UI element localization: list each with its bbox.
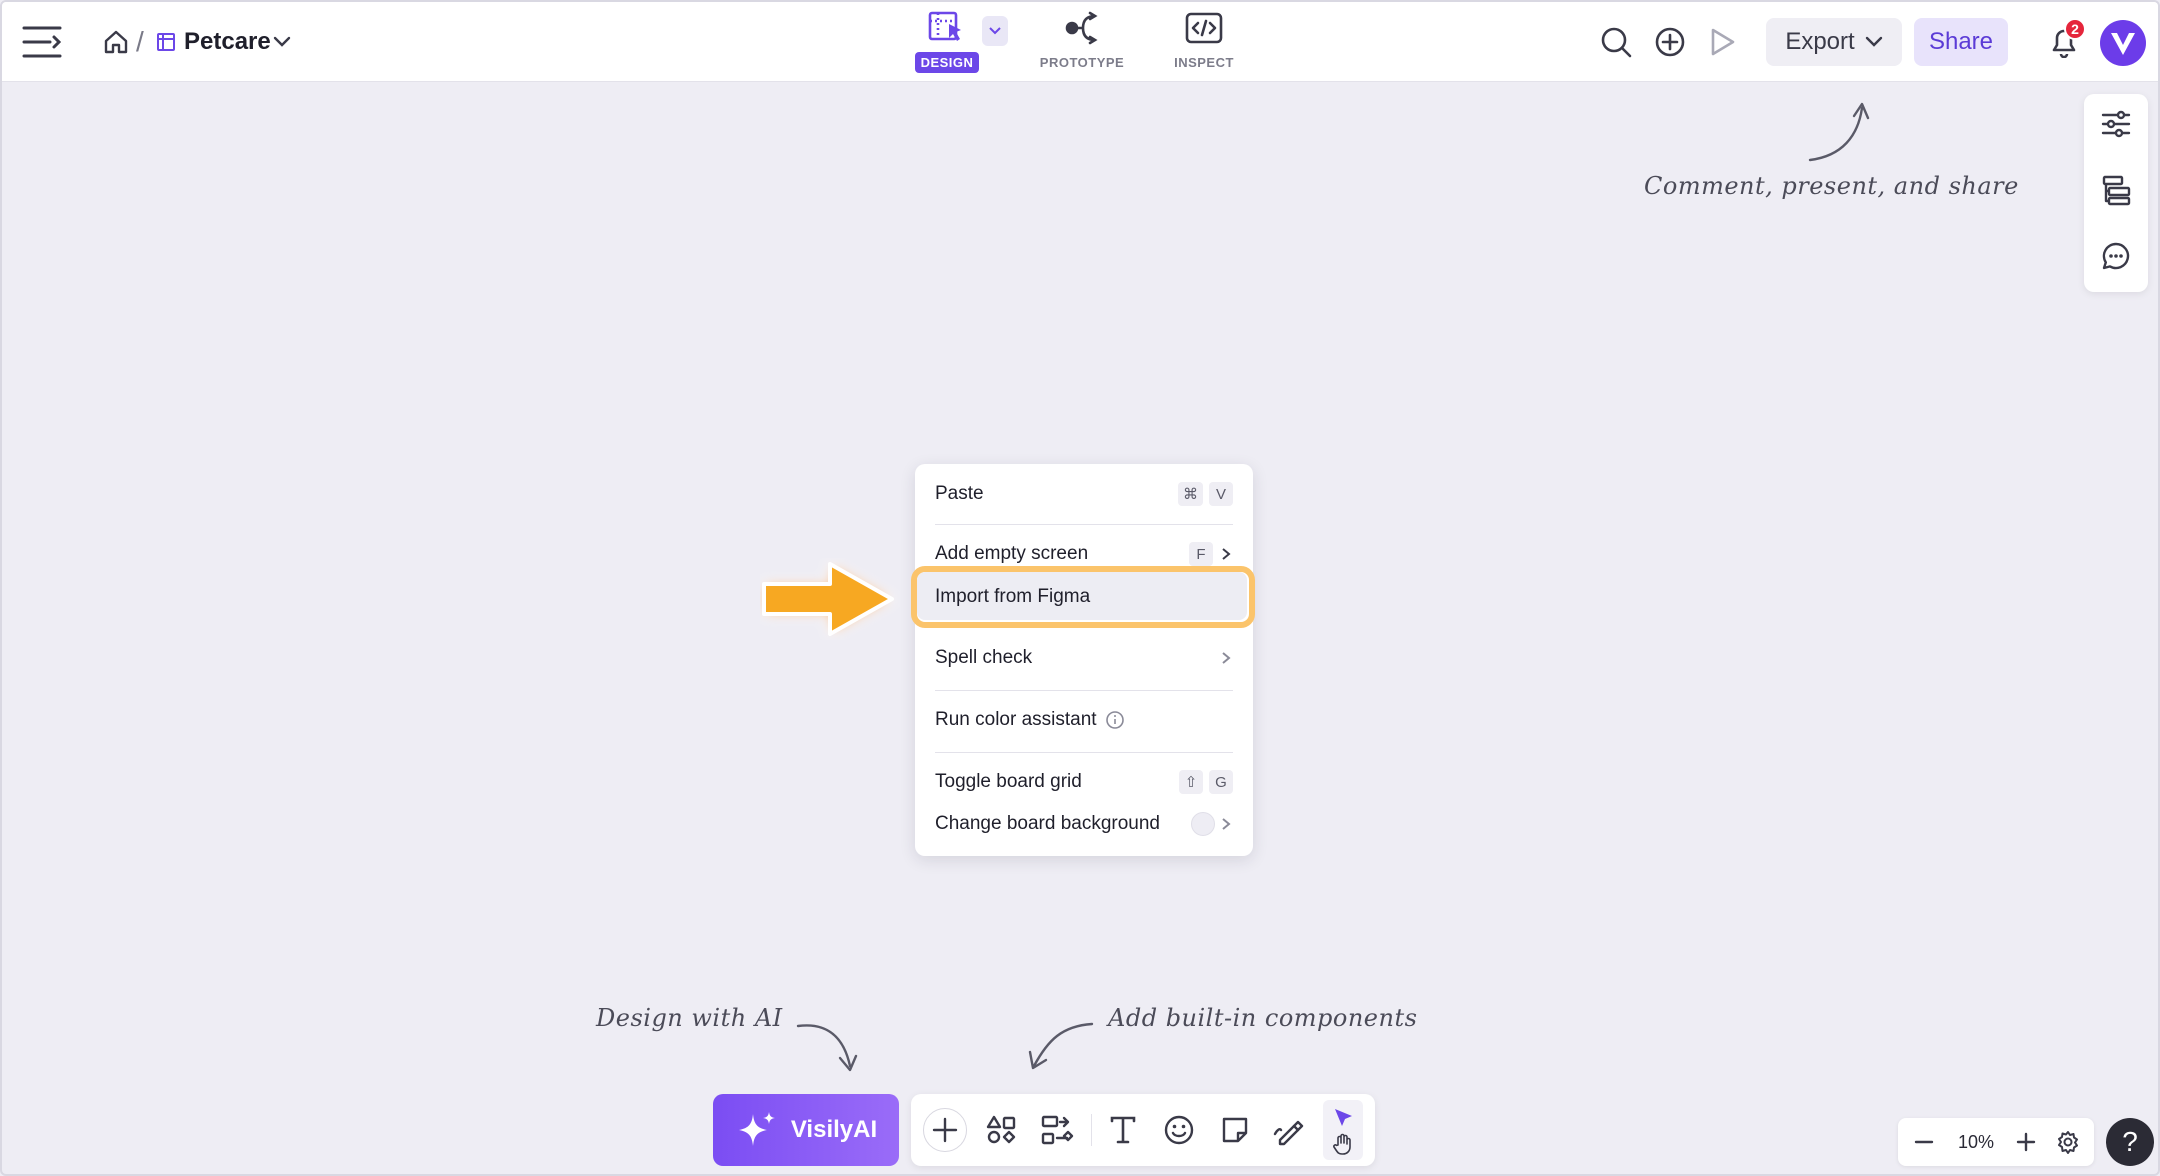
menu-item-spell-check[interactable]: Spell check xyxy=(935,640,1233,676)
annotation-design-with-ai: Design with AI xyxy=(596,1004,783,1032)
design-options-chevron-icon[interactable] xyxy=(982,16,1008,46)
notifications-button[interactable]: 2 xyxy=(2044,18,2086,62)
shortcut-key: G xyxy=(1209,770,1233,794)
help-button[interactable]: ? xyxy=(2106,1118,2154,1166)
add-circle-icon[interactable] xyxy=(1650,22,1690,62)
annotation-arrow-icon xyxy=(796,1024,858,1072)
visily-logo-icon xyxy=(2111,33,2135,55)
search-icon[interactable] xyxy=(1596,22,1636,62)
hand-icon[interactable] xyxy=(1331,1132,1355,1156)
pointer-hand-group xyxy=(1323,1100,1363,1160)
bottom-toolbar xyxy=(911,1094,1375,1166)
menu-item-label: Run color assistant xyxy=(935,709,1097,730)
menu-item-label: Toggle board grid xyxy=(935,771,1082,792)
tab-prototype[interactable]: PROTOTYPE xyxy=(1037,10,1127,76)
shortcut-key: F xyxy=(1189,542,1213,566)
home-icon[interactable] xyxy=(98,24,134,60)
top-bar: / Petcare DESIGN PROTOTYPE INSPECT Expor… xyxy=(2,2,2158,82)
project-name[interactable]: Petcare xyxy=(184,24,271,60)
text-tool-icon[interactable] xyxy=(1101,1108,1145,1152)
menu-item-change-board-background[interactable]: Change board background xyxy=(935,806,1233,842)
notification-badge: 2 xyxy=(2064,18,2086,40)
flow-components-icon[interactable] xyxy=(1035,1108,1079,1152)
code-icon xyxy=(1185,12,1223,44)
sliders-icon[interactable] xyxy=(2098,106,2134,142)
background-color-swatch xyxy=(1191,812,1215,836)
pen-tool-icon[interactable] xyxy=(1267,1108,1311,1152)
chevron-right-icon xyxy=(1222,652,1231,664)
sparkle-icon xyxy=(738,1112,775,1146)
menu-divider xyxy=(935,524,1233,525)
menu-item-label: Paste xyxy=(935,483,984,504)
tab-design[interactable]: DESIGN xyxy=(902,10,992,76)
shortcut-key: ⌘ xyxy=(1178,482,1203,506)
sticky-note-icon[interactable] xyxy=(1213,1108,1257,1152)
info-icon[interactable] xyxy=(1105,710,1125,730)
zoom-in-icon[interactable] xyxy=(2008,1124,2044,1160)
side-panel xyxy=(2084,94,2148,292)
menu-divider xyxy=(935,690,1233,691)
menu-item-label: Import from Figma xyxy=(935,586,1091,607)
tab-design-label: DESIGN xyxy=(914,52,980,73)
app-window: / Petcare DESIGN PROTOTYPE INSPECT Expor… xyxy=(0,0,2160,1176)
tab-inspect[interactable]: INSPECT xyxy=(1159,10,1249,76)
cursor-icon[interactable] xyxy=(1331,1106,1355,1130)
menu-item-run-color-assistant[interactable]: Run color assistant xyxy=(935,702,1233,738)
menu-item-label: Spell check xyxy=(935,647,1033,668)
menu-item-label: Change board background xyxy=(935,813,1161,834)
tab-prototype-label: PROTOTYPE xyxy=(1039,55,1125,70)
annotation-comment-present-share: Comment, present, and share xyxy=(1644,172,2019,200)
menu-item-paste[interactable]: Paste ⌘ V xyxy=(935,476,1233,512)
tab-inspect-label: INSPECT xyxy=(1174,55,1234,70)
menu-item-import-from-figma[interactable]: Import from Figma xyxy=(935,579,1233,615)
shortcut-key: ⇧ xyxy=(1179,770,1203,794)
export-label: Export xyxy=(1785,28,1855,55)
toolbar-divider xyxy=(1091,1114,1092,1146)
breadcrumb-separator: / xyxy=(136,26,144,57)
annotation-arrow-icon xyxy=(1028,1022,1094,1070)
visily-ai-label: VisilyAI xyxy=(790,1116,878,1143)
zoom-controls: 10% xyxy=(1898,1118,2094,1166)
menu-divider xyxy=(935,752,1233,753)
share-button[interactable]: Share xyxy=(1914,18,2008,66)
menu-item-label: Add empty screen xyxy=(935,543,1089,564)
layers-icon[interactable] xyxy=(2098,172,2134,208)
export-button[interactable]: Export xyxy=(1766,18,1902,66)
settings-gear-icon[interactable] xyxy=(2050,1124,2086,1160)
components-icon[interactable] xyxy=(979,1108,1023,1152)
chevron-right-icon xyxy=(1222,818,1231,830)
annotation-arrow-icon xyxy=(1808,102,1870,162)
play-icon[interactable] xyxy=(1702,22,1742,62)
context-menu-lower: Spell check Run color assistant Toggle b… xyxy=(915,630,1253,856)
avatar[interactable] xyxy=(2100,20,2146,66)
menu-item-toggle-board-grid[interactable]: Toggle board grid ⇧ G xyxy=(935,764,1233,800)
comment-icon[interactable] xyxy=(2098,238,2134,274)
zoom-level[interactable]: 10% xyxy=(1948,1124,2004,1160)
chevron-right-icon xyxy=(1222,548,1231,560)
annotation-built-in-components: Add built-in components xyxy=(1108,1004,1418,1032)
add-tool-icon[interactable] xyxy=(923,1108,967,1152)
project-icon xyxy=(152,28,180,56)
visily-ai-button[interactable]: VisilyAI xyxy=(713,1094,899,1166)
chevron-down-icon xyxy=(1865,36,1882,47)
emoji-icon[interactable] xyxy=(1157,1108,1201,1152)
chevron-down-icon[interactable] xyxy=(270,30,294,54)
shortcut-key: V xyxy=(1209,482,1233,506)
menu-icon[interactable] xyxy=(20,20,64,64)
design-icon xyxy=(928,11,961,41)
zoom-out-icon[interactable] xyxy=(1906,1124,1942,1160)
arrow-right-icon xyxy=(762,562,894,636)
prototype-icon xyxy=(1065,11,1098,45)
